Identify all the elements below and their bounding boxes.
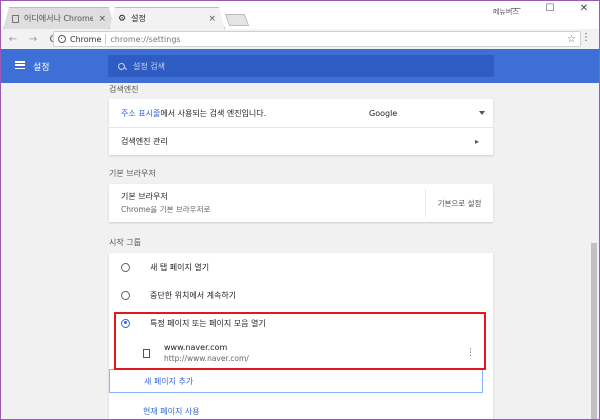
hamburger-menu-icon[interactable] [15,61,25,69]
manage-search-engines-row[interactable]: 검색엔진 관리 ▸ [109,128,493,155]
startup-option-continue[interactable]: 중단한 위치에서 계속하기 [109,281,493,309]
tab-chrome-everywhere[interactable]: 어디에서나 Chrome 사용 × [3,7,115,29]
address-bar-link[interactable]: 주소 표시줄 [121,109,160,118]
tab-title: 어디에서나 Chrome 사용 [24,14,94,23]
url-text[interactable]: chrome://settings [110,35,563,44]
default-browser-card: 기본 브라우저 Chrome을 기본 브라우저로 기본으로 설정 [109,184,493,222]
address-bar[interactable]: Chrome chrome://settings ☆ [53,31,581,47]
scrollbar[interactable] [589,83,599,419]
search-input[interactable] [133,61,433,71]
search-icon [118,62,125,70]
window-controls: — ☐ ✕ [507,3,593,14]
info-icon[interactable] [58,35,66,43]
section-title-on-startup: 시작 그룹 [109,238,141,247]
browser-menu-icon[interactable]: ⋮ [581,32,591,43]
section-title-default-browser: 기본 브라우저 [109,169,156,178]
search-engine-select[interactable]: Google [369,99,485,127]
highlight-box [114,312,486,370]
close-tab-icon[interactable]: × [98,14,106,24]
browser-toolbar: ← → C Chrome chrome://settings ☆ ⋮ [1,29,599,49]
page-title: 설정 [33,63,50,73]
default-browser-label: 기본 브라우저 [121,192,168,201]
divider [105,34,107,44]
tab-title: 설정 [131,14,146,23]
bookmark-star-icon[interactable]: ☆ [567,34,576,45]
back-button[interactable]: ← [7,34,19,45]
caret-down-icon [479,111,485,115]
forward-button[interactable]: → [27,34,39,45]
site-chip: Chrome [70,34,102,44]
page-icon [12,15,19,23]
search-engine-row: 주소 표시줄에서 사용되는 검색 엔진입니다. Google [109,99,493,127]
radio-button[interactable] [121,290,130,300]
settings-search[interactable] [108,55,494,77]
manage-search-engines-label: 검색엔진 관리 [121,137,168,146]
make-default-button[interactable]: 기본으로 설정 [425,189,493,217]
startup-option-new-tab[interactable]: 새 탭 페이지 열기 [109,253,493,281]
tab-strip: 어디에서나 Chrome 사용 × ⚙ 설정 × 메뉴버스 — ☐ ✕ [1,1,599,29]
search-engine-card: 주소 표시줄에서 사용되는 검색 엔진입니다. Google 검색엔진 관리 ▸ [109,99,493,155]
maximize-button[interactable]: ☐ [541,3,559,14]
scrollbar-thumb[interactable] [591,243,597,419]
startup-option-label: 중단한 위치에서 계속하기 [150,290,237,300]
search-engine-value: Google [369,108,398,118]
section-title-search-engine: 검색엔진 [109,85,139,94]
gear-icon: ⚙ [118,13,127,24]
settings-header: 설정 [1,49,599,83]
radio-button[interactable] [121,262,130,272]
close-tab-icon[interactable]: × [208,14,216,24]
chevron-right-icon: ▸ [474,137,479,146]
add-new-page-button[interactable]: 새 페이지 추가 [109,369,483,393]
close-window-button[interactable]: ✕ [575,3,593,14]
new-tab-button[interactable] [224,14,250,26]
startup-option-label: 새 탭 페이지 열기 [150,262,210,272]
minimize-button[interactable]: — [507,3,525,14]
default-browser-sublabel: Chrome을 기본 브라우저로 [121,205,211,214]
tab-settings[interactable]: ⚙ 설정 × [109,7,225,29]
use-current-pages-button[interactable]: 현재 페이지 사용 [143,406,200,417]
browser-window: 어디에서나 Chrome 사용 × ⚙ 설정 × 메뉴버스 — ☐ ✕ ← → … [0,0,600,420]
search-engine-description: 주소 표시줄에서 사용되는 검색 엔진입니다. [121,108,267,118]
